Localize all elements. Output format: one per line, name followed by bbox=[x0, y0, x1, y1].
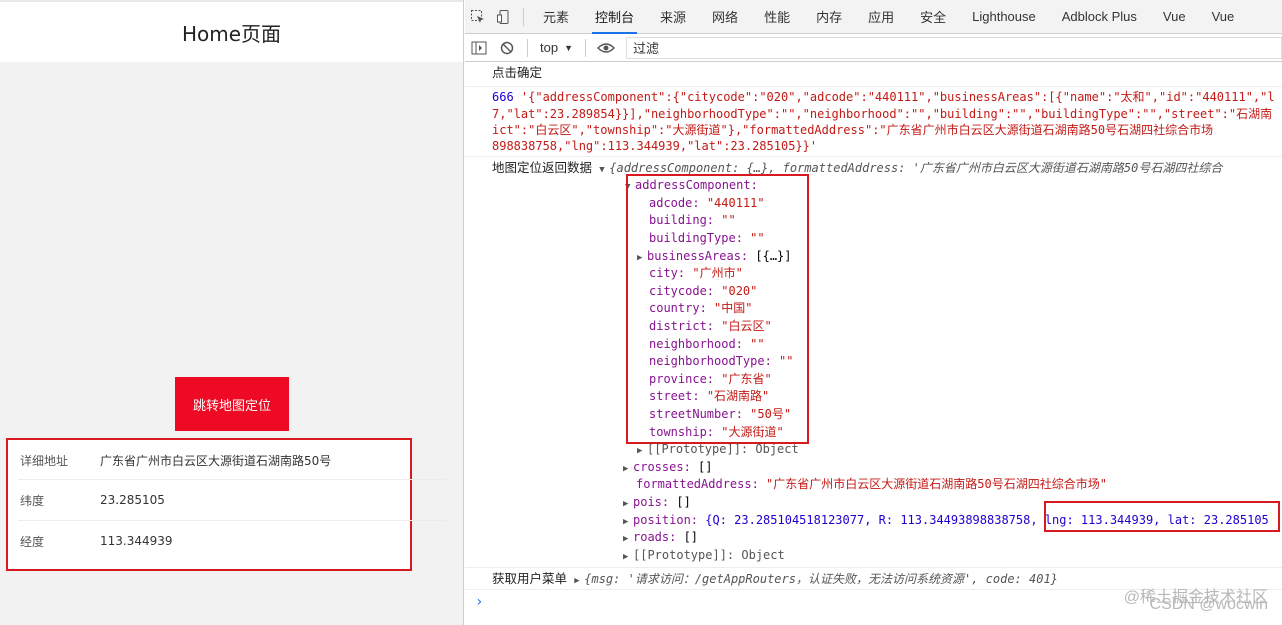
tree-field: township: "大源街道" bbox=[649, 425, 784, 439]
field-key: roads bbox=[633, 530, 670, 544]
object-summary[interactable]: {addressComponent: {…}, formattedAddress… bbox=[609, 161, 1222, 175]
tab-memory[interactable]: 内存 bbox=[803, 0, 855, 34]
tree-field: neighborhoodType: "" bbox=[649, 354, 794, 368]
tree-field: street: "石湖南路" bbox=[649, 389, 770, 403]
address-cell-group: 详细地址 广东省广州市白云区大源街道石湖南路50号 纬度 23.285105 经… bbox=[6, 438, 446, 571]
tab-security[interactable]: 安全 bbox=[907, 0, 959, 34]
tab-lighthouse[interactable]: Lighthouse bbox=[959, 0, 1049, 34]
screen: Home页面 跳转地图定位 详细地址 广东省广州市白云区大源街道石湖南路50号 … bbox=[0, 0, 1282, 625]
caret-right-icon[interactable]: ▶ bbox=[574, 573, 584, 590]
field-key: position bbox=[633, 513, 691, 527]
tree-node-addresscomponent[interactable]: ▼ addressComponent: bbox=[465, 177, 1282, 196]
field-value: [] bbox=[676, 495, 691, 509]
cell-label: 详细地址 bbox=[20, 453, 69, 468]
eye-icon[interactable] bbox=[592, 35, 620, 61]
console-log-json-line: 666 '{"addressComponent":{"citycode":"02… bbox=[465, 89, 1282, 106]
highlight-box-position bbox=[1044, 501, 1280, 532]
field-key: formattedAddress bbox=[636, 477, 752, 491]
prototype-label: [[Prototype]]: Object bbox=[647, 442, 799, 456]
tree-node-prototype[interactable]: ▶ [[Prototype]]: Object bbox=[465, 441, 1282, 460]
field-value: {Q: 23.285104518123077, R: 113.344938988… bbox=[705, 513, 1045, 527]
json-text: '{"addressComponent":{"citycode":"020","… bbox=[520, 90, 1275, 104]
console-log-click: 点击确定 bbox=[492, 66, 543, 80]
cell-longitude: 经度 113.344939 bbox=[8, 521, 446, 561]
cell-label: 纬度 bbox=[20, 493, 45, 508]
watermark-csdn: CSDN @wocwin bbox=[1149, 596, 1268, 613]
tree-field: building: "" bbox=[649, 213, 736, 227]
console-prompt[interactable]: › bbox=[475, 594, 483, 610]
tab-adblock[interactable]: Adblock Plus bbox=[1049, 0, 1150, 34]
console-divider bbox=[465, 156, 1282, 157]
tab-console[interactable]: 控制台 bbox=[582, 0, 647, 34]
cell-latitude: 纬度 23.285105 bbox=[8, 480, 446, 520]
field-key: crosses bbox=[633, 460, 684, 474]
filter-input[interactable]: 过滤 bbox=[626, 36, 1282, 59]
console-toolbar: top ▼ 过滤 bbox=[465, 34, 1282, 62]
field-value: "广东省广州市白云区大源街道石湖南路50号石湖四社综合市场" bbox=[766, 477, 1107, 491]
tree-field: province: "广东省" bbox=[649, 372, 772, 386]
log-prefix: 666 bbox=[492, 90, 521, 104]
cell-value: 113.344939 bbox=[100, 534, 173, 548]
tree-field: country: "中国" bbox=[649, 301, 753, 315]
tab-elements[interactable]: 元素 bbox=[530, 0, 582, 34]
separator bbox=[523, 7, 524, 26]
page-title: Home页面 bbox=[181, 21, 282, 46]
cell-value: 23.285105 bbox=[100, 493, 165, 507]
caret-right-icon: ▶ bbox=[623, 499, 629, 509]
clear-console-icon[interactable] bbox=[493, 35, 521, 61]
caret-right-icon: ▶ bbox=[623, 534, 629, 544]
sidebar-toggle-icon[interactable] bbox=[465, 35, 493, 61]
separator bbox=[527, 38, 528, 57]
field-value: [] bbox=[698, 460, 713, 474]
caret-right-icon: ▶ bbox=[623, 552, 629, 562]
tab-application[interactable]: 应用 bbox=[855, 0, 907, 34]
devtools-panel: 元素 控制台 来源 网络 性能 内存 应用 安全 Lighthouse Adbl… bbox=[465, 0, 1282, 625]
context-selector[interactable]: top ▼ bbox=[534, 40, 579, 55]
tree-field: city: "广州市" bbox=[649, 266, 743, 280]
tree-field: streetNumber: "50号" bbox=[649, 407, 792, 421]
app-header: Home页面 bbox=[0, 0, 463, 62]
inspect-icon[interactable] bbox=[465, 0, 491, 34]
tab-network[interactable]: 网络 bbox=[699, 0, 751, 34]
tree-field: neighborhood: "" bbox=[649, 337, 765, 351]
tree-field: formattedAddress: "广东省广州市白云区大源街道石湖南路50号石… bbox=[636, 477, 1107, 491]
cell-value: 广东省广州市白云区大源街道石湖南路50号 bbox=[100, 453, 332, 468]
log-label: 获取用户菜单 bbox=[492, 572, 568, 586]
tree-field: citycode: "020" bbox=[649, 284, 758, 298]
console-log-json-line: 7,"lat":23.289854}}],"neighborhoodType":… bbox=[492, 107, 1273, 121]
highlight-box-addresscomponent bbox=[626, 174, 809, 444]
separator bbox=[585, 38, 586, 57]
tree-node-roads[interactable]: ▶ roads: [] bbox=[465, 529, 1282, 548]
log-label: 地图定位返回数据 bbox=[492, 161, 593, 175]
caret-right-icon: ▶ bbox=[637, 446, 643, 456]
console-log-json-line: 898838758,"lng":113.344939,"lat":23.2851… bbox=[492, 139, 818, 153]
device-toolbar-icon[interactable] bbox=[491, 0, 517, 34]
field-key: pois bbox=[633, 495, 662, 509]
object-summary[interactable]: {msg: '请求访问：/getAppRouters，认证失败，无法访问系统资源… bbox=[584, 572, 1058, 586]
cell-address: 详细地址 广东省广州市白云区大源街道石湖南路50号 bbox=[8, 440, 446, 480]
chevron-down-icon: ▼ bbox=[564, 42, 573, 53]
app-panel: Home页面 跳转地图定位 详细地址 广东省广州市白云区大源街道石湖南路50号 … bbox=[0, 0, 464, 625]
console-divider bbox=[465, 86, 1282, 87]
jump-map-button[interactable]: 跳转地图定位 bbox=[175, 377, 289, 431]
tree-field: adcode: "440111" bbox=[649, 196, 765, 210]
tab-vue-2[interactable]: Vue bbox=[1199, 0, 1248, 34]
tab-performance[interactable]: 性能 bbox=[751, 0, 803, 34]
context-value: top bbox=[540, 40, 559, 55]
field-value: [] bbox=[683, 530, 699, 544]
tab-sources[interactable]: 来源 bbox=[647, 0, 699, 34]
cell-label: 经度 bbox=[20, 534, 45, 549]
tree-node-prototype[interactable]: ▶ [[Prototype]]: Object bbox=[465, 547, 1282, 566]
tree-field: district: "白云区" bbox=[649, 319, 772, 333]
tab-vue[interactable]: Vue bbox=[1150, 0, 1199, 34]
prototype-label: [[Prototype]]: Object bbox=[633, 548, 785, 562]
console-log-json-line: ict":"白云区","township":"大源街道"},"formatted… bbox=[492, 123, 1214, 137]
tree-field: buildingType: "" bbox=[649, 231, 765, 245]
console-divider bbox=[465, 567, 1282, 568]
devtools-tab-bar: 元素 控制台 来源 网络 性能 内存 应用 安全 Lighthouse Adbl… bbox=[465, 0, 1282, 34]
